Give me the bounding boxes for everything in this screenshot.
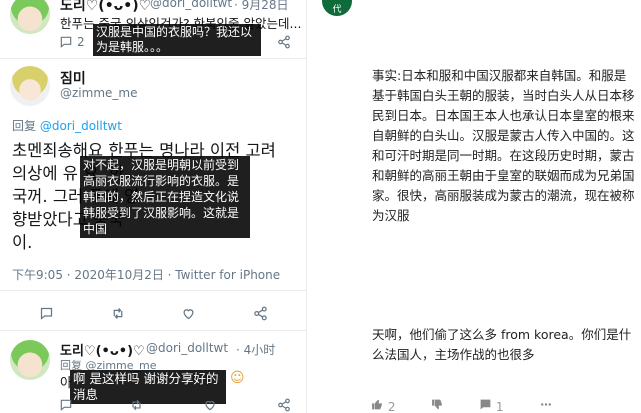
post-date: · 4小时: [236, 343, 276, 357]
reply-icon[interactable]: [38, 305, 54, 321]
like-icon[interactable]: [180, 305, 196, 321]
avatar[interactable]: 代: [322, 0, 352, 16]
translation-caption: 对不起，汉服是明朝以前受到高丽衣服流行影响的衣服。是韩国的，然后正在捏造文化说韩…: [80, 156, 250, 238]
translation-caption: 汉服是中国的衣服吗？我还以为是韩服。。。: [93, 24, 261, 56]
smile-emoji-icon: ☺: [230, 370, 245, 386]
retweet-icon[interactable]: [110, 305, 126, 321]
share-icon[interactable]: [276, 397, 292, 413]
comment-text: 天啊，他们偷了这么多 from korea。你们是什么法国人，主场作战的也很多: [372, 327, 632, 362]
comment-count: 1: [495, 400, 504, 413]
comment-icon: [479, 399, 496, 413]
thumbs-up-icon: [371, 399, 388, 413]
like-icon[interactable]: [202, 397, 218, 413]
reply-icon[interactable]: [58, 34, 74, 50]
more-icon: [539, 400, 553, 413]
post-date: · 9月28日: [234, 0, 289, 12]
reply-to-line: 回复 @dori_dolltwt: [12, 117, 122, 134]
author-handle[interactable]: @dori_dolltwt: [146, 341, 228, 355]
avatar[interactable]: [10, 66, 50, 106]
comment-button[interactable]: 1: [479, 398, 503, 413]
like-button[interactable]: 2: [371, 398, 395, 413]
author-handle[interactable]: @zimme_me: [60, 86, 137, 100]
reply-to-label: 回复: [12, 119, 37, 133]
retweet-icon[interactable]: [128, 397, 144, 413]
divider: [0, 290, 306, 291]
mention-link[interactable]: @dori_dolltwt: [40, 119, 122, 133]
author-handle[interactable]: @dori_dolltwt: [150, 0, 232, 10]
share-icon[interactable]: [276, 34, 292, 50]
author-name[interactable]: 짐미: [60, 68, 86, 88]
avatar[interactable]: [10, 340, 50, 380]
post-timestamp: 下午9:05 · 2020年10月2日 · Twitter for iPhone: [12, 268, 281, 282]
dislike-button[interactable]: [431, 398, 444, 413]
avatar-label: 代: [332, 4, 342, 15]
thumbs-down-icon: [431, 399, 444, 413]
right-screenshot-panel: 代 事实:日本和服和中国汉服都来自韩国。和服是基于韩国白头王朝的服装，当时白头人…: [306, 0, 641, 413]
divider: [0, 330, 306, 331]
reply-icon[interactable]: [58, 397, 74, 413]
reply-count: 2: [77, 35, 85, 49]
more-button[interactable]: [539, 398, 553, 413]
post-text-line: 이.: [12, 233, 33, 252]
divider: [0, 58, 306, 59]
comment-text: 事实:日本和服和中国汉服都来自韩国。和服是基于韩国白头王朝的服装，当时白头人从日…: [372, 68, 635, 223]
left-screenshot-panel: 도리♡(•ᴗ•)♡ @dori_dolltwt · 9月28日 한푸는 중국 의…: [0, 0, 306, 413]
share-icon[interactable]: [252, 305, 268, 321]
like-count: 2: [387, 400, 396, 413]
avatar[interactable]: [10, 0, 50, 34]
